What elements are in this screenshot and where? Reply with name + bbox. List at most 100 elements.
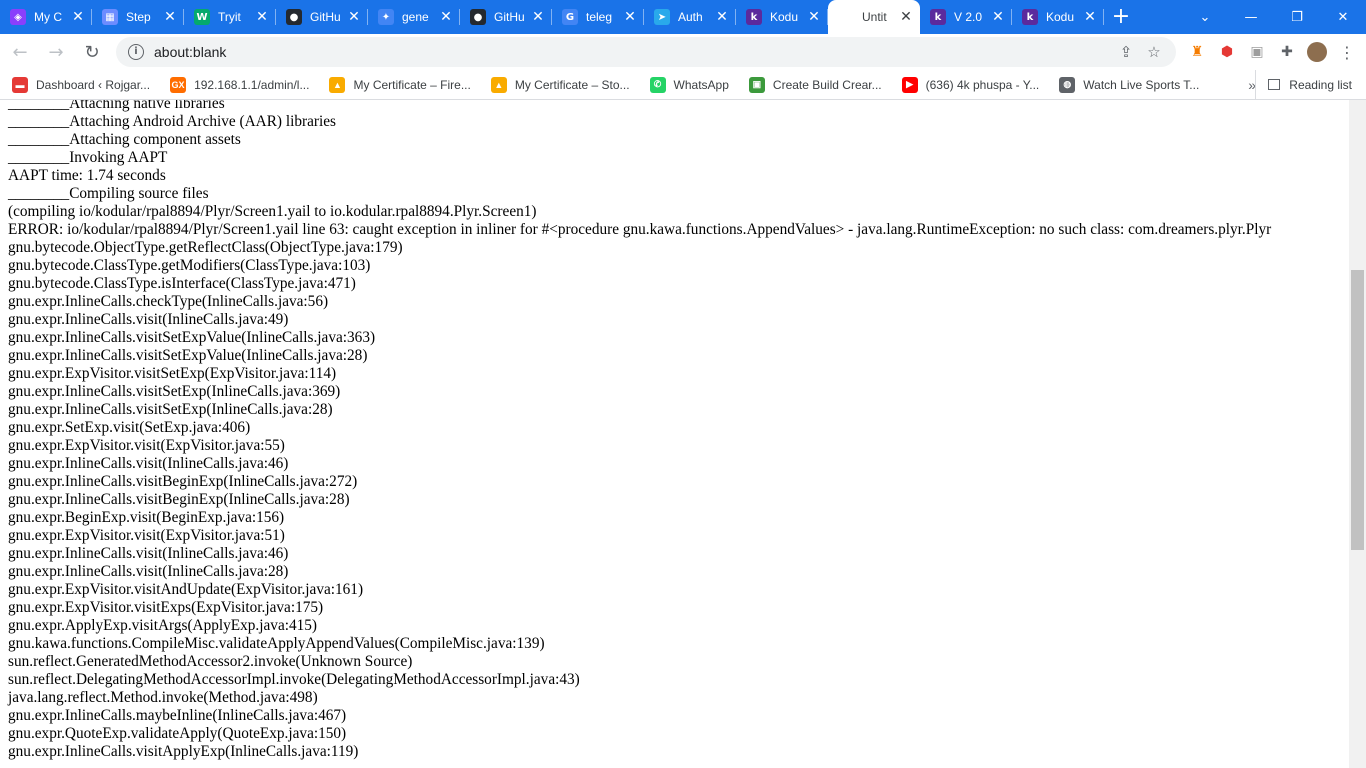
log-line: gnu.expr.InlineCalls.visitBeginExp(Inlin…: [8, 491, 350, 508]
bookmark-favicon-icon: GX: [170, 76, 187, 93]
log-line: ________Attaching Android Archive (AAR) …: [8, 113, 336, 130]
bookmark-item[interactable]: ✆ WhatsApp: [638, 71, 737, 99]
w3schools-icon: W: [194, 9, 210, 25]
log-line: gnu.expr.InlineCalls.maybeInline(InlineC…: [8, 707, 347, 724]
browser-tab[interactable]: Untit ✕: [828, 0, 920, 34]
build-log: ________Attaching native libraries ______…: [8, 100, 1271, 761]
step-icon: ▦: [102, 9, 118, 25]
log-line: gnu.expr.InlineCalls.visit(InlineCalls.j…: [8, 545, 289, 562]
share-icon[interactable]: ⇪: [1112, 38, 1140, 66]
telegram-icon: ➤: [654, 9, 670, 25]
bookmark-item[interactable]: ◍ Watch Live Sports T...: [1047, 71, 1207, 99]
bookmark-item[interactable]: ▶ (636) 4k phuspa - Y...: [890, 71, 1048, 99]
bookmark-favicon-icon: ◍: [1059, 76, 1076, 93]
reading-list-button[interactable]: Reading list: [1255, 70, 1352, 99]
tab-title: GitHu: [310, 10, 341, 24]
close-tab-icon[interactable]: ✕: [162, 9, 178, 25]
bookmark-label: WhatsApp: [673, 77, 729, 92]
bookmark-label: Watch Live Sports T...: [1083, 77, 1200, 92]
browser-tab[interactable]: Gteleg ✕: [552, 0, 644, 34]
puzzle-icon[interactable]: ✚: [1272, 37, 1302, 67]
menu-dots-icon[interactable]: ⋮: [1332, 37, 1362, 67]
page-scrollbar[interactable]: [1349, 100, 1366, 768]
info-icon[interactable]: i: [128, 44, 144, 60]
reload-button[interactable]: ↻: [76, 36, 108, 68]
bookmark-item[interactable]: ▲ My Certificate – Sto...: [479, 71, 638, 99]
star-icon[interactable]: ☆: [1140, 38, 1168, 66]
browser-tab[interactable]: k Kodu ✕: [1012, 0, 1104, 34]
avatar[interactable]: [1302, 37, 1332, 67]
browser-tab[interactable]: ● GitHu ✕: [276, 0, 368, 34]
close-tab-icon[interactable]: ✕: [1082, 9, 1098, 25]
extensions-area: ♜ ⬢ ▣ ✚ ⋮: [1182, 37, 1362, 67]
new-tab-button[interactable]: +: [1104, 0, 1138, 34]
address-bar[interactable]: i about:blank ⇪ ☆: [116, 37, 1176, 67]
tab-title: Step: [126, 10, 151, 24]
bookmark-item[interactable]: ▲ My Certificate – Fire...: [317, 71, 478, 99]
close-tab-icon[interactable]: ✕: [806, 9, 822, 25]
omnibox-actions: ⇪ ☆: [1112, 37, 1168, 67]
close-tab-icon[interactable]: ✕: [254, 9, 270, 25]
browser-tab[interactable]: W Tryit ✕: [184, 0, 276, 34]
tabs-container: ◈ My C ✕ ▦ Step ✕ W Tryit ✕ ● GitHu ✕ ✦ gene ✕ ● GitHu ✕ G…: [0, 0, 1104, 34]
reading-list-label: Reading list: [1289, 77, 1352, 92]
scrollbar-thumb[interactable]: [1351, 270, 1364, 550]
log-line: ________Attaching component assets: [8, 131, 241, 148]
log-line: ERROR: io/kodular/rpal8894/Plyr/Screen1.…: [8, 221, 1272, 238]
minimize-icon[interactable]: —: [1228, 0, 1274, 34]
log-line: AAPT time: 1.74 seconds: [8, 167, 166, 184]
close-tab-icon[interactable]: ✕: [346, 9, 362, 25]
log-line: gnu.expr.InlineCalls.visitSetExpValue(In…: [8, 347, 368, 364]
arrow-right-icon: →: [48, 41, 64, 63]
log-line: gnu.kawa.functions.CompileMisc.validateA…: [8, 635, 545, 652]
extension-image-icon[interactable]: ▣: [1242, 37, 1272, 67]
browser-tab[interactable]: k Kodu ✕: [736, 0, 828, 34]
close-window-icon[interactable]: ✕: [1320, 0, 1366, 34]
forward-button[interactable]: →: [40, 36, 72, 68]
bookmark-favicon-icon: ▶: [901, 76, 918, 93]
close-tab-icon[interactable]: ✕: [622, 9, 638, 25]
close-tab-icon[interactable]: ✕: [990, 9, 1006, 25]
github-icon: ●: [286, 9, 302, 25]
log-line: gnu.expr.InlineCalls.visitSetExpValue(In…: [8, 329, 376, 346]
tab-separator: [1103, 9, 1104, 25]
kodular-icon: k: [1022, 9, 1038, 25]
bookmark-item[interactable]: GX 192.168.1.1/admin/l...: [158, 71, 317, 99]
close-tab-icon[interactable]: ✕: [898, 9, 914, 25]
browser-tab[interactable]: k V 2.0 ✕: [920, 0, 1012, 34]
bookmark-favicon-icon: ✆: [649, 76, 666, 93]
log-line: gnu.expr.ExpVisitor.visit(ExpVisitor.jav…: [8, 527, 285, 544]
kodular-icon: k: [930, 9, 946, 25]
browser-tab[interactable]: ◈ My C ✕: [0, 0, 92, 34]
log-line: gnu.expr.InlineCalls.visitSetExp(InlineC…: [8, 383, 341, 400]
browser-tab[interactable]: ▦ Step ✕: [92, 0, 184, 34]
bookmark-item[interactable]: ▣ Create Build Crear...: [737, 71, 890, 99]
log-line: gnu.expr.BeginExp.visit(BeginExp.java:15…: [8, 509, 285, 526]
adblock-icon[interactable]: ⬢: [1212, 37, 1242, 67]
extension-figure-icon[interactable]: ♜: [1182, 37, 1212, 67]
tab-search-chevron-icon[interactable]: ⌄: [1182, 0, 1228, 34]
close-tab-icon[interactable]: ✕: [714, 9, 730, 25]
log-line: gnu.bytecode.ClassType.isInterface(Class…: [8, 275, 356, 292]
close-tab-icon[interactable]: ✕: [438, 9, 454, 25]
browser-tab[interactable]: ● GitHu ✕: [460, 0, 552, 34]
log-line: gnu.expr.SetExp.visit(SetExp.java:406): [8, 419, 251, 436]
log-line: ________Attaching native libraries: [8, 100, 225, 112]
log-line: gnu.expr.InlineCalls.visitBeginExp(Inlin…: [8, 473, 358, 490]
log-line: gnu.expr.InlineCalls.checkType(InlineCal…: [8, 293, 329, 310]
back-button[interactable]: ←: [4, 36, 36, 68]
bookmarks-container: ▬ Dashboard ‹ Rojgar... GX 192.168.1.1/admi…: [0, 71, 1207, 99]
browser-window: ◈ My C ✕ ▦ Step ✕ W Tryit ✕ ● GitHu ✕ ✦ gene ✕ ● GitHu ✕ G…: [0, 0, 1366, 768]
restore-icon[interactable]: ❐: [1274, 0, 1320, 34]
bookmark-favicon-icon: ▣: [748, 76, 765, 93]
log-line: gnu.expr.InlineCalls.visitApplyExp(Inlin…: [8, 743, 359, 760]
bookmark-item[interactable]: ▬ Dashboard ‹ Rojgar...: [0, 71, 158, 99]
bookmark-label: Create Build Crear...: [772, 77, 882, 92]
browser-tab[interactable]: ➤ Auth ✕: [644, 0, 736, 34]
tab-title: Untit: [862, 10, 887, 24]
browser-tab[interactable]: ✦ gene ✕: [368, 0, 460, 34]
reading-list-icon: [1268, 79, 1281, 90]
close-tab-icon[interactable]: ✕: [70, 9, 86, 25]
close-tab-icon[interactable]: ✕: [530, 9, 546, 25]
log-line: gnu.expr.ExpVisitor.visitAndUpdate(ExpVi…: [8, 581, 364, 598]
